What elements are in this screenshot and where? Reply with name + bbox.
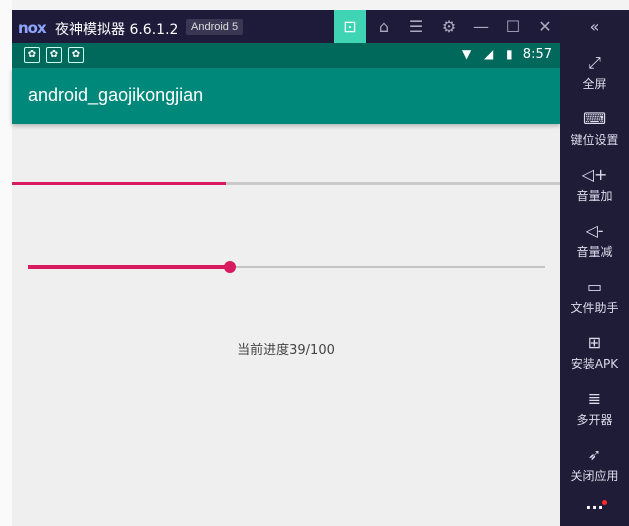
signal-icon: ◢ [484, 47, 494, 61]
maximize-icon[interactable]: ☐ [497, 10, 529, 43]
skin-icon[interactable]: ⌂ [368, 10, 400, 43]
multi-instance-icon: ≣ [587, 389, 602, 408]
install-apk-button[interactable]: ⊞ 安装APK [560, 333, 629, 389]
multi-instance-button[interactable]: ≣ 多开器 [560, 389, 629, 445]
android-screen: ✿ ✿ ✿ ▼ ◢ ▮ 8:57 android_gaojikongjian 当… [12, 43, 560, 526]
apk-icon: ⊞ [587, 333, 602, 352]
menu-icon[interactable]: ☰ [400, 10, 432, 43]
settings-icon[interactable]: ⚙ [433, 10, 465, 43]
fullscreen-label: 全屏 [582, 77, 607, 91]
app-toolbar: android_gaojikongjian [12, 68, 560, 124]
volume-down-icon: ◁- [585, 221, 604, 240]
progress-label: 当前进度39/100 [237, 343, 335, 358]
rocket-icon: ➶ [587, 445, 602, 464]
monitor-icon: ▭ [586, 277, 603, 296]
close-app-label: 关闭应用 [570, 469, 619, 483]
file-assistant-label: 文件助手 [570, 301, 619, 315]
seek-bar[interactable] [28, 257, 545, 277]
volume-down-label: 音量减 [576, 245, 613, 259]
window-title: 夜神模拟器 6.6.1.2 [55, 22, 179, 38]
minimize-icon[interactable]: — [465, 10, 497, 43]
keyboard-icon: ⌨ [582, 109, 607, 128]
wifi-icon: ▼ [462, 47, 472, 61]
keymap-button[interactable]: ⌨ 键位设置 [560, 109, 629, 165]
close-app-button[interactable]: ➶ 关闭应用 [560, 445, 629, 501]
android-version-badge: Android 5 [186, 19, 244, 35]
install-apk-label: 安装APK [570, 357, 619, 371]
volume-down-button[interactable]: ◁- 音量减 [560, 221, 629, 277]
volume-up-icon: ◁+ [581, 165, 608, 184]
fullscreen-icon: ⤢ [588, 53, 601, 72]
app-title: android_gaojikongjian [28, 85, 204, 105]
emulator-titlebar: nox 夜神模拟器 6.6.1.2 Android 5 ⊡ ⌂ ☰ ⚙ — ☐ … [12, 10, 560, 43]
more-options-icon[interactable]: ··· [560, 498, 629, 517]
close-icon[interactable]: ✕ [529, 10, 561, 43]
volume-up-label: 音量加 [576, 189, 613, 203]
desktop-background-left [0, 0, 12, 526]
seek-bar-thumb[interactable] [223, 261, 236, 273]
seek-bar-fill [28, 265, 230, 269]
emulator-sidebar: « ⤢ 全屏 ⌨ 键位设置 ◁+ 音量加 ◁- 音量减 ▭ 文件助手 ⊞ 安装A… [560, 10, 629, 526]
store-icon[interactable]: ⊡ [334, 10, 366, 43]
collapse-sidebar-icon[interactable]: « [560, 10, 629, 43]
android-statusbar: ✿ ✿ ✿ ▼ ◢ ▮ 8:57 [12, 43, 560, 68]
status-time: 8:57 [522, 47, 552, 62]
progress-bar [12, 182, 560, 185]
notification-icon: ✿ [24, 47, 40, 63]
keymap-label: 键位设置 [570, 133, 619, 147]
notification-icon: ✿ [46, 47, 62, 63]
multi-instance-label: 多开器 [576, 413, 613, 427]
file-assistant-button[interactable]: ▭ 文件助手 [560, 277, 629, 333]
notification-dot [602, 500, 607, 505]
progress-bar-fill [12, 182, 226, 185]
notification-icon: ✿ [68, 47, 84, 63]
nox-emulator-window: nox 夜神模拟器 6.6.1.2 Android 5 ⊡ ⌂ ☰ ⚙ — ☐ … [12, 10, 629, 526]
battery-icon: ▮ [506, 47, 513, 61]
fullscreen-button[interactable]: ⤢ 全屏 [560, 53, 629, 109]
volume-up-button[interactable]: ◁+ 音量加 [560, 165, 629, 221]
nox-logo: nox [18, 19, 47, 37]
